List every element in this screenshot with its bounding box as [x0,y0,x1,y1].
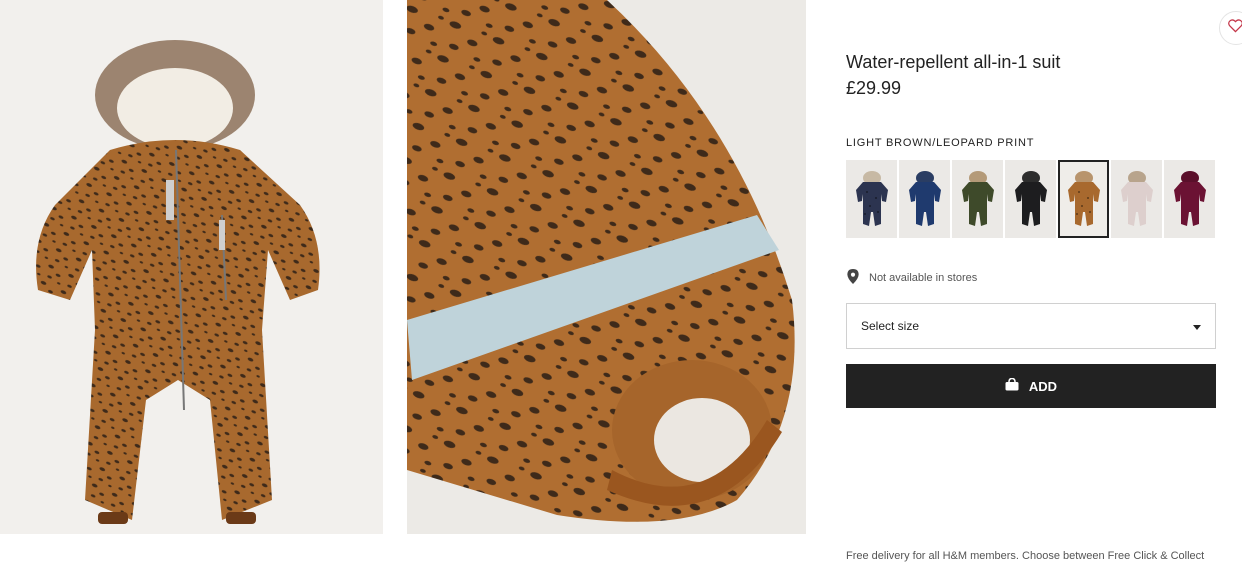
product-image-main[interactable] [0,0,383,534]
color-swatch[interactable] [952,160,1003,238]
heart-icon [1228,18,1242,38]
size-select-label: Select size [861,319,920,333]
availability-text: Not available in stores [869,272,978,284]
suit-thumbnail [1014,171,1047,226]
product-price: £29.99 [846,78,902,98]
wishlist-button[interactable] [1219,11,1242,45]
suit-thumbnail [908,171,941,226]
location-pin-icon [847,269,859,287]
store-availability: Not available in stores [847,269,977,287]
selected-color-label: LIGHT BROWN/LEOPARD PRINT [846,137,1035,149]
color-swatch[interactable] [899,160,950,238]
color-swatch[interactable] [1058,160,1109,238]
add-to-bag-button[interactable]: ADD [846,364,1216,408]
color-swatch[interactable] [1164,160,1215,238]
caret-down-icon [1193,319,1201,333]
add-button-label: ADD [1028,378,1058,394]
suit-thumbnail [1120,171,1153,226]
shopping-bag-icon [1005,377,1019,394]
color-swatches [846,160,1215,238]
suit-thumbnail [1173,171,1206,226]
product-photo-front [0,0,383,534]
size-select[interactable]: Select size [846,303,1216,349]
color-swatch[interactable] [1111,160,1162,238]
product-image-detail[interactable] [407,0,806,534]
product-photo-detail [407,0,806,534]
delivery-note: Free delivery for all H&M members. Choos… [846,550,1205,562]
color-swatch[interactable] [1005,160,1056,238]
suit-thumbnail [1067,171,1100,226]
color-swatch[interactable] [846,160,897,238]
suit-thumbnail [855,171,888,226]
product-title: Water-repellent all-in-1 suit [846,52,1061,72]
suit-thumbnail [961,171,994,226]
